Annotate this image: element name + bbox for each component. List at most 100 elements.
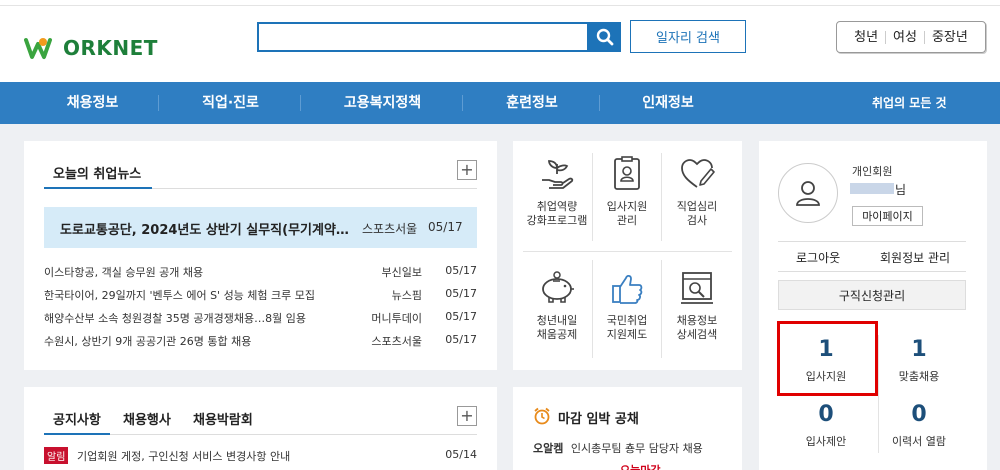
member-type: 개인회원 <box>852 165 893 178</box>
deadline-badge: 오늘마감 <box>620 462 660 470</box>
service-label: 취업역량 강화프로그램 <box>526 200 588 227</box>
search-button[interactable] <box>589 22 621 52</box>
news-title: 한국타이어, 29일까지 '벤투스 에어 S' 성능 체험 크루 모집 <box>44 289 316 302</box>
thumbs-up-icon <box>591 268 663 308</box>
nav-item-talent[interactable]: 인재정보 <box>604 82 732 124</box>
divider <box>778 241 966 242</box>
featured-news-title: 도로교통공단, 2024년도 상반기 실무직(무기계약직) 채용 <box>60 223 352 238</box>
service-psych-test[interactable]: 직업심리 검사 <box>661 154 733 228</box>
news-date: 05/17 <box>445 333 477 346</box>
deadline-row[interactable]: 오알켐 인시총무팀 춍무 담당자 채용 <box>533 440 703 456</box>
notice-row[interactable]: 알림 기업회원 게정, 구인신청 서비스 변경사항 안내 05/14 <box>44 447 477 465</box>
quick-link-women[interactable]: 여성 <box>886 30 925 44</box>
service-label: 국민취업 지원제도 <box>606 314 648 341</box>
news-row[interactable]: 이스타항공, 객실 승무원 공개 채용 부신일보 05/17 <box>44 264 477 282</box>
worknet-logo[interactable]: ORKNET <box>24 36 158 60</box>
nav-all-link[interactable]: 취업의 모든 것 <box>872 82 947 124</box>
piggy-bank-icon <box>521 268 593 308</box>
service-label: 직업심리 검사 <box>676 200 718 227</box>
news-source: 부신일보 <box>381 266 422 279</box>
search-icon <box>596 28 614 46</box>
active-tab-underline <box>44 187 152 189</box>
news-date: 05/17 <box>445 287 477 300</box>
nav-divider <box>158 95 159 111</box>
news-row[interactable]: 해양수산부 소속 청원경찰 35명 공개경쟁채용…8월 임용 머니투데이 05/… <box>44 310 477 328</box>
news-row[interactable]: 한국타이어, 29일까지 '벤투스 에어 S' 성능 체험 크루 모집 뉴스핌 … <box>44 287 477 305</box>
news-date: 05/17 <box>445 310 477 323</box>
divider <box>778 271 966 272</box>
id-card-icon <box>591 154 663 194</box>
avatar <box>778 163 838 223</box>
logout-link[interactable]: 로그아웃 <box>796 249 840 266</box>
active-tab-underline <box>44 433 110 435</box>
notice-title: 기업회원 게정, 구인신청 서비스 변경사항 안내 <box>77 450 291 463</box>
featured-news[interactable]: 도로교통공단, 2024년도 상반기 실무직(무기계약직) 채용 스포츠서울 0… <box>44 207 477 248</box>
plant-hand-icon <box>521 154 593 194</box>
nav-divider <box>300 95 301 111</box>
nav-item-career[interactable]: 직업·진로 <box>163 82 298 124</box>
job-request-button[interactable]: 구직신청관리 <box>778 280 966 310</box>
featured-news-source: 스포츠서울 <box>362 222 418 236</box>
featured-news-date: 05/17 <box>428 220 463 234</box>
news-row[interactable]: 수원시, 상반기 9개 공공기관 26명 통합 채용 스포츠서울 05/17 <box>44 333 477 351</box>
service-detailed-search[interactable]: 채용정보 상세검색 <box>661 268 733 342</box>
search-input[interactable] <box>257 22 589 52</box>
news-more-button[interactable]: + <box>457 160 477 180</box>
tab-notice[interactable]: 공지사항 <box>53 409 101 428</box>
nav-item-training[interactable]: 훈련정보 <box>467 82 597 124</box>
nav-divider <box>462 95 463 111</box>
service-label: 청년내일 채움공제 <box>536 314 578 341</box>
notice-date: 05/14 <box>445 448 477 461</box>
grid-divider <box>523 251 732 252</box>
member-info-link[interactable]: 회원정보 관리 <box>880 249 950 266</box>
tab-job-fair[interactable]: 채용박람회 <box>193 409 253 428</box>
highlight-box <box>777 321 878 396</box>
tab-today-news[interactable]: 오늘의 취업뉴스 <box>53 163 141 182</box>
news-source: 뉴스핌 <box>391 289 422 302</box>
service-label: 입사지원 관리 <box>606 200 648 227</box>
nav-item-jobs[interactable]: 채용정보 <box>30 82 155 124</box>
stat-value[interactable]: 0 <box>889 402 949 427</box>
service-application-management[interactable]: 입사지원 관리 <box>591 154 663 228</box>
mypage-button[interactable]: 마이페이지 <box>852 206 923 226</box>
nav-divider <box>599 95 600 111</box>
deadline-company: 오알켐 <box>533 442 564 455</box>
news-title: 수원시, 상반기 9개 공공기관 26명 통합 채용 <box>44 335 252 348</box>
nav-item-welfare-policy[interactable]: 고용복지정책 <box>305 82 460 124</box>
news-title: 이스타항공, 객실 승무원 공개 채용 <box>44 266 204 279</box>
member-name-masked <box>850 183 894 194</box>
news-source: 스포츠서울 <box>371 335 422 348</box>
service-employment-program[interactable]: 취업역량 강화프로그램 <box>521 154 593 228</box>
job-search-button[interactable]: 일자리 검색 <box>630 20 746 53</box>
member-name-suffix: 님 <box>895 183 907 197</box>
main-nav: 채용정보 직업·진로 고용복지정책 훈련정보 인재정보 취업의 모든 것 <box>0 82 1000 124</box>
news-title: 해양수산부 소속 청원경찰 35명 공개경쟁채용…8월 임용 <box>44 312 306 325</box>
stat-value[interactable]: 0 <box>796 402 856 427</box>
stat-label[interactable]: 이력서 열람 <box>879 433 959 449</box>
deadline-title: 마감 임박 공채 <box>558 412 639 427</box>
service-label: 채용정보 상세검색 <box>676 314 718 341</box>
tab-divider <box>152 188 477 189</box>
target-quick-links: 청년 여성 중장년 <box>836 21 986 53</box>
service-national-employment[interactable]: 국민취업 지원제도 <box>591 268 663 342</box>
heart-pencil-icon <box>661 154 733 194</box>
logo-text: ORKNET <box>63 36 158 60</box>
document-search-icon <box>661 268 733 308</box>
tab-recruit-events[interactable]: 채용행사 <box>123 409 171 428</box>
stat-label[interactable]: 맞춤채용 <box>879 368 959 384</box>
news-date: 05/17 <box>445 264 477 277</box>
notice-badge: 알림 <box>44 447 69 464</box>
user-icon <box>796 181 820 206</box>
quick-link-youth[interactable]: 청년 <box>847 30 887 44</box>
stat-value[interactable]: 1 <box>889 337 949 362</box>
stat-label[interactable]: 입사제안 <box>786 433 866 449</box>
deadline-text: 인시총무팀 춍무 담당자 채용 <box>570 442 703 455</box>
alarm-clock-icon <box>533 407 551 425</box>
quick-link-middle-aged[interactable]: 중장년 <box>925 31 975 44</box>
logo-w-icon <box>24 38 52 59</box>
notice-more-button[interactable]: + <box>457 406 477 426</box>
news-source: 머니투데이 <box>371 312 422 325</box>
divider <box>878 335 879 453</box>
service-youth-savings[interactable]: 청년내일 채움공제 <box>521 268 593 342</box>
deadline-panel <box>513 387 742 470</box>
